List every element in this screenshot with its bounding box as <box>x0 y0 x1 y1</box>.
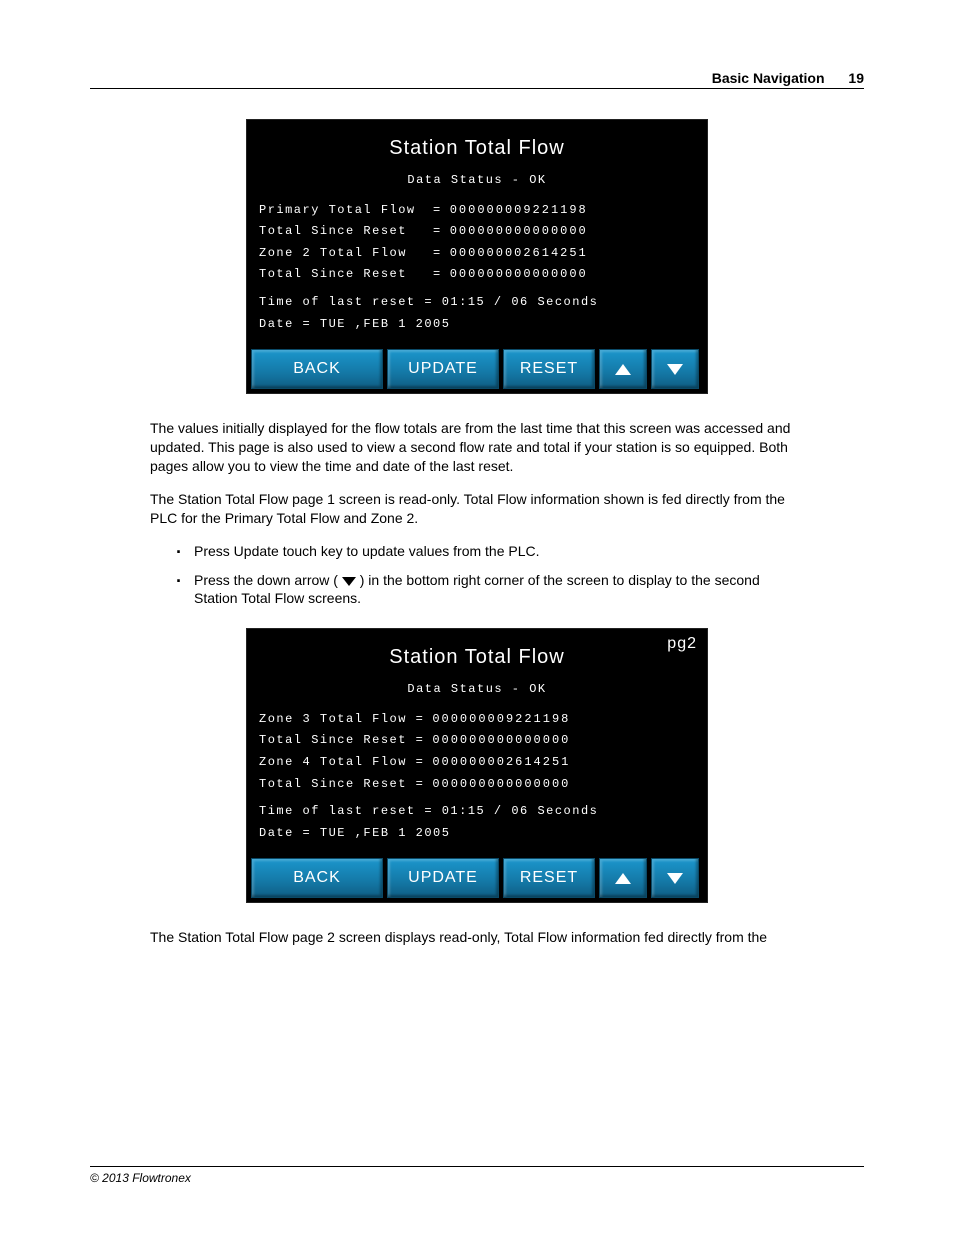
footer-copyright: © 2013 Flowtronex <box>90 1171 191 1185</box>
hmi-screen-station-total-flow-pg1: Station Total Flow Data Status - OK Prim… <box>246 119 708 394</box>
page-footer: © 2013 Flowtronex <box>90 1166 864 1185</box>
back-button[interactable]: BACK <box>251 858 383 898</box>
row-value: 000000002614251 <box>450 243 588 265</box>
row-label: Primary Total Flow = <box>259 200 442 222</box>
page-down-button[interactable] <box>651 858 699 898</box>
bullet2-text-a: Press the down arrow ( <box>194 572 342 588</box>
reset-button[interactable]: RESET <box>503 858 595 898</box>
triangle-up-icon <box>615 364 631 375</box>
hmi-title: Station Total Flow <box>259 639 695 675</box>
hmi-data-status: Data Status - OK <box>259 170 695 192</box>
row-label: Total Since Reset = <box>259 221 442 243</box>
header-page-number: 19 <box>848 70 864 86</box>
page-header: Basic Navigation 19 <box>90 70 864 89</box>
hmi-row-total-since-reset-2: Total Since Reset = 000000000000000 <box>259 264 695 286</box>
page-up-button[interactable] <box>599 349 647 389</box>
hmi-row-zone3-total-flow: Zone 3 Total Flow = 000000009221198 <box>259 709 695 731</box>
row-label: Zone 4 Total Flow = <box>259 752 424 774</box>
row-value: 000000009221198 <box>450 200 588 222</box>
row-label: Zone 2 Total Flow = <box>259 243 442 265</box>
page-up-button[interactable] <box>599 858 647 898</box>
hmi-row-zone2-total-flow: Zone 2 Total Flow = 000000002614251 <box>259 243 695 265</box>
hmi-row-total-since-reset-4: Total Since Reset = 000000000000000 <box>259 774 695 796</box>
hmi-button-bar: BACK UPDATE RESET <box>247 854 707 902</box>
header-section-title: Basic Navigation <box>712 70 825 86</box>
hmi-row-zone4-total-flow: Zone 4 Total Flow = 000000002614251 <box>259 752 695 774</box>
row-label: Zone 3 Total Flow = <box>259 709 424 731</box>
hmi-last-reset-time: Time of last reset = 01:15 / 06 Seconds <box>259 292 695 314</box>
hmi-title: Station Total Flow <box>259 130 695 166</box>
row-value: 000000000000000 <box>450 221 588 243</box>
body-paragraph-2: The Station Total Flow page 1 screen is … <box>150 490 804 528</box>
bullet-item-down-arrow: Press the down arrow ( ) in the bottom r… <box>176 571 804 609</box>
hmi-page-tag: pg2 <box>667 635 697 653</box>
body-paragraph-1: The values initially displayed for the f… <box>150 419 804 476</box>
row-value: 000000009221198 <box>432 709 570 731</box>
row-value: 000000002614251 <box>432 752 570 774</box>
body-paragraph-3: The Station Total Flow page 2 screen dis… <box>150 928 804 947</box>
hmi-last-reset-date: Date = TUE ,FEB 1 2005 <box>259 823 695 845</box>
row-label: Total Since Reset = <box>259 730 424 752</box>
triangle-down-icon <box>667 873 683 884</box>
hmi-last-reset-time: Time of last reset = 01:15 / 06 Seconds <box>259 801 695 823</box>
bullet-item-update: Press Update touch key to update values … <box>176 542 804 561</box>
back-button[interactable]: BACK <box>251 349 383 389</box>
hmi-row-total-since-reset-1: Total Since Reset = 000000000000000 <box>259 221 695 243</box>
row-label: Total Since Reset = <box>259 264 442 286</box>
hmi-screen-station-total-flow-pg2: pg2 Station Total Flow Data Status - OK … <box>246 628 708 903</box>
hmi-data-status: Data Status - OK <box>259 679 695 701</box>
hmi-last-reset-date: Date = TUE ,FEB 1 2005 <box>259 314 695 336</box>
row-label: Total Since Reset = <box>259 774 424 796</box>
hmi-button-bar: BACK UPDATE RESET <box>247 345 707 393</box>
triangle-down-icon <box>342 577 356 586</box>
row-value: 000000000000000 <box>432 774 570 796</box>
triangle-down-icon <box>667 364 683 375</box>
update-button[interactable]: UPDATE <box>387 349 499 389</box>
bullet-list: Press Update touch key to update values … <box>176 542 804 609</box>
row-value: 000000000000000 <box>432 730 570 752</box>
row-value: 000000000000000 <box>450 264 588 286</box>
reset-button[interactable]: RESET <box>503 349 595 389</box>
hmi-row-primary-total-flow: Primary Total Flow = 000000009221198 <box>259 200 695 222</box>
page-down-button[interactable] <box>651 349 699 389</box>
triangle-up-icon <box>615 873 631 884</box>
update-button[interactable]: UPDATE <box>387 858 499 898</box>
hmi-row-total-since-reset-3: Total Since Reset = 000000000000000 <box>259 730 695 752</box>
